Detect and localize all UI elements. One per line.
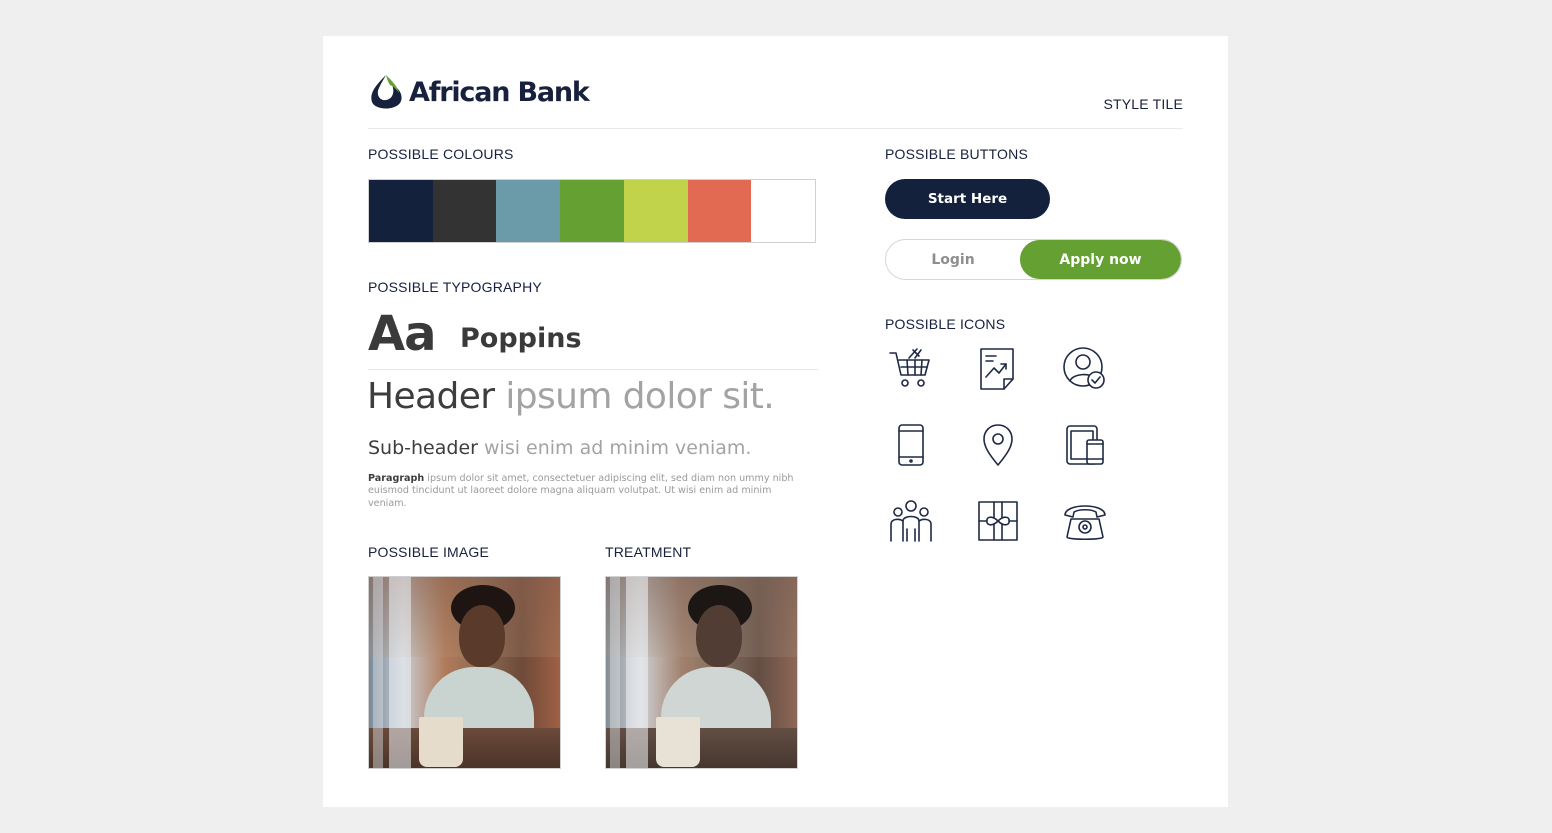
colour-swatch bbox=[369, 180, 433, 242]
group-people-icon bbox=[887, 497, 935, 545]
type-paragraph-sample: Paragraph ipsum dolor sit amet, consecte… bbox=[368, 473, 798, 510]
start-here-button[interactable]: Start Here bbox=[885, 179, 1050, 219]
typography-divider bbox=[368, 369, 818, 370]
apply-now-button[interactable]: Apply now bbox=[1020, 240, 1181, 279]
header-light-text: ipsum dolor sit. bbox=[505, 376, 775, 417]
subheader-dark-text: Sub-header bbox=[368, 437, 478, 459]
icons-label: POSSIBLE ICONS bbox=[885, 316, 1006, 332]
colour-swatch bbox=[687, 180, 752, 242]
colour-swatch bbox=[432, 180, 497, 242]
colour-swatches bbox=[368, 179, 816, 243]
header-divider bbox=[368, 128, 1183, 129]
report-chart-icon bbox=[974, 345, 1022, 393]
colours-label: POSSIBLE COLOURS bbox=[368, 146, 514, 162]
colour-swatch bbox=[496, 180, 561, 242]
tile-label: STYLE TILE bbox=[1103, 96, 1183, 112]
telephone-icon bbox=[1061, 497, 1109, 545]
colour-swatch bbox=[560, 180, 624, 242]
image-label: POSSIBLE IMAGE bbox=[368, 544, 490, 560]
colour-swatch bbox=[751, 180, 816, 242]
type-font-name: Poppins bbox=[460, 323, 582, 354]
login-button[interactable]: Login bbox=[886, 240, 1020, 279]
user-check-icon bbox=[1061, 345, 1109, 393]
type-sample-glyph: Aa bbox=[368, 306, 437, 362]
location-pin-icon bbox=[974, 421, 1022, 469]
paragraph-light-text: ipsum dolor sit amet, consectetuer adipi… bbox=[368, 473, 794, 509]
paragraph-dark-text: Paragraph bbox=[368, 473, 425, 484]
possible-image bbox=[368, 576, 561, 769]
header-dark-text: Header bbox=[367, 376, 495, 417]
typography-label: POSSIBLE TYPOGRAPHY bbox=[368, 279, 542, 295]
brand-mark-icon bbox=[371, 75, 402, 109]
treatment-image bbox=[605, 576, 798, 769]
buttons-label: POSSIBLE BUTTONS bbox=[885, 146, 1028, 162]
brand-logo: African Bank bbox=[368, 72, 590, 112]
devices-icon bbox=[1061, 421, 1109, 469]
treatment-label: TREATMENT bbox=[605, 544, 692, 560]
colour-swatch bbox=[623, 180, 688, 242]
type-header-sample: Header ipsum dolor sit. bbox=[367, 376, 775, 417]
shopping-cart-icon bbox=[887, 345, 935, 393]
login-apply-toggle: Login Apply now bbox=[885, 239, 1182, 280]
mobile-phone-icon bbox=[887, 421, 935, 469]
style-tile: African Bank STYLE TILE POSSIBLE COLOURS… bbox=[323, 36, 1228, 807]
type-subheader-sample: Sub-header wisi enim ad minim veniam. bbox=[368, 437, 751, 459]
gift-box-icon bbox=[974, 497, 1022, 545]
subheader-light-text: wisi enim ad minim veniam. bbox=[484, 437, 752, 459]
brand-name: African Bank bbox=[409, 76, 590, 108]
